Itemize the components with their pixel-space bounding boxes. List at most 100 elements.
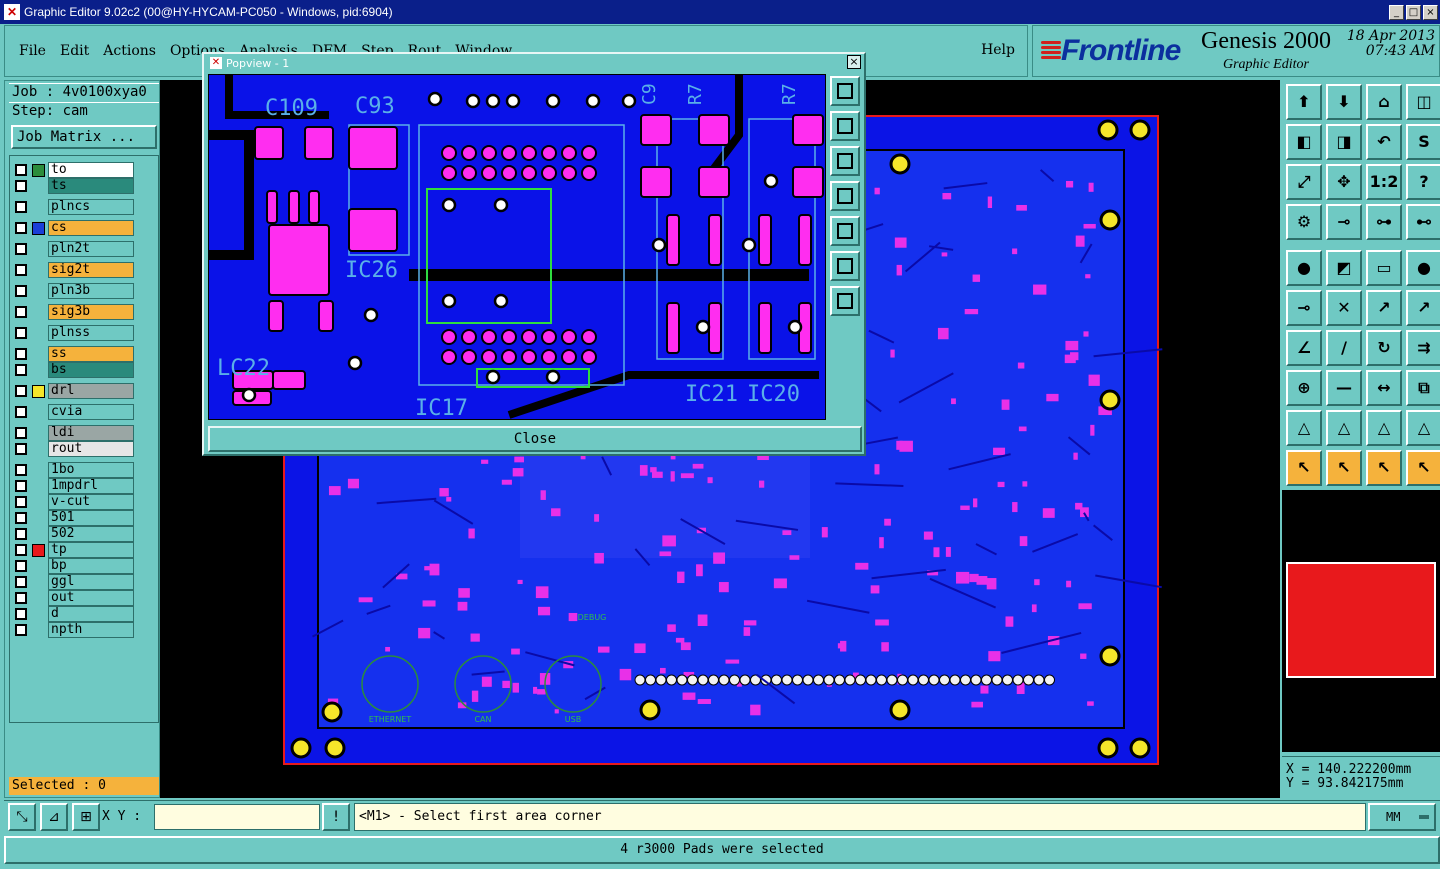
menu-file[interactable]: File bbox=[19, 43, 46, 59]
overview-panel[interactable] bbox=[1282, 490, 1440, 752]
zoom-area-button[interactable]: ⬇ bbox=[1326, 84, 1362, 120]
layer-checkbox[interactable] bbox=[15, 544, 27, 556]
layer-checkbox[interactable] bbox=[15, 348, 27, 360]
layer-row-501[interactable]: 501 bbox=[12, 510, 134, 526]
layer-checkbox[interactable] bbox=[15, 560, 27, 572]
undo-zoom-button[interactable]: ↶ bbox=[1366, 124, 1402, 160]
layer-checkbox[interactable] bbox=[15, 624, 27, 636]
layer-row-v-cut[interactable]: v-cut bbox=[12, 494, 134, 510]
pointer-button[interactable]: ↖ bbox=[1286, 450, 1322, 486]
popview-close-button[interactable]: Close bbox=[208, 426, 862, 452]
layer-row-pln2t[interactable]: pln2t bbox=[12, 241, 134, 257]
group-button[interactable]: ⧉ bbox=[1406, 370, 1440, 406]
layer-name[interactable]: pln3b bbox=[48, 283, 134, 299]
layer-row-ggl[interactable]: ggl bbox=[12, 574, 134, 590]
layer-name[interactable]: out bbox=[48, 590, 134, 606]
units-select[interactable]: MM bbox=[1368, 803, 1436, 831]
layer-name[interactable]: ggl bbox=[48, 574, 134, 590]
popview-close-icon[interactable]: × bbox=[847, 55, 861, 69]
layer-name[interactable]: ts bbox=[48, 178, 134, 194]
layer-name[interactable]: ss bbox=[48, 346, 134, 362]
menu-help[interactable]: Help bbox=[981, 42, 1015, 58]
dimension-button[interactable]: ↔ bbox=[1366, 370, 1402, 406]
layer-name[interactable]: cvia bbox=[48, 404, 134, 420]
maximize-button[interactable]: □ bbox=[1406, 4, 1421, 20]
grid-button[interactable]: ⊞ bbox=[72, 803, 100, 831]
layer-row-sig2t[interactable]: sig2t bbox=[12, 262, 134, 278]
layer-checkbox[interactable] bbox=[15, 385, 27, 397]
layer-name[interactable]: pln2t bbox=[48, 241, 134, 257]
layer-checkbox[interactable] bbox=[15, 480, 27, 492]
pan-right-button[interactable]: ◨ bbox=[1326, 124, 1362, 160]
layer-checkbox[interactable] bbox=[15, 164, 27, 176]
surface-button[interactable]: ◩ bbox=[1326, 250, 1362, 286]
layer-color-swatch[interactable] bbox=[32, 544, 45, 557]
layer-row-ldi[interactable]: ldi bbox=[12, 425, 134, 441]
line-blue-button[interactable]: / bbox=[1326, 330, 1362, 366]
layer-name[interactable]: tp bbox=[48, 542, 134, 558]
layer-row-plnss[interactable]: plnss bbox=[12, 325, 134, 341]
popview-zoom-view[interactable]: C109 C93 IC26 IC17 LC22 IC21 IC20 C9 R7 R7 bbox=[208, 74, 826, 420]
pointer-4-button[interactable]: ↖ bbox=[1406, 450, 1440, 486]
arc-button[interactable]: △ bbox=[1366, 410, 1402, 446]
layer-checkbox[interactable] bbox=[15, 512, 27, 524]
popview-fit-button[interactable] bbox=[830, 251, 860, 281]
layer-row-bp[interactable]: bp bbox=[12, 558, 134, 574]
layer-row-drl[interactable]: drl bbox=[12, 383, 134, 399]
layer-name[interactable]: bs bbox=[48, 362, 134, 378]
menu-actions[interactable]: Actions bbox=[103, 43, 156, 59]
layer-checkbox[interactable] bbox=[15, 264, 27, 276]
triangle-blue-button[interactable]: △ bbox=[1326, 410, 1362, 446]
layer-name[interactable]: d bbox=[48, 606, 134, 622]
layer-row-bs[interactable]: bs bbox=[12, 362, 134, 378]
layer-row-1bo[interactable]: 1bo bbox=[12, 462, 134, 478]
popview-pcb-view[interactable]: C109 C93 IC26 IC17 LC22 IC21 IC20 C9 R7 R7 bbox=[209, 75, 826, 420]
layer-name[interactable]: 501 bbox=[48, 510, 134, 526]
close-button[interactable]: × bbox=[1423, 4, 1438, 20]
layer-checkbox[interactable] bbox=[15, 222, 27, 234]
xy-input[interactable] bbox=[154, 804, 320, 830]
layer-name[interactable]: v-cut bbox=[48, 494, 134, 510]
popview-zoom-in-button[interactable] bbox=[830, 76, 860, 106]
black-dot-button[interactable]: ● bbox=[1406, 250, 1440, 286]
layer-row-plncs[interactable]: plncs bbox=[12, 199, 134, 215]
layer-checkbox[interactable] bbox=[15, 285, 27, 297]
layer-checkbox[interactable] bbox=[15, 464, 27, 476]
measure-bar-button[interactable]: ▭ bbox=[1366, 250, 1402, 286]
s-curve-button[interactable]: S bbox=[1406, 124, 1440, 160]
layer-checkbox[interactable] bbox=[15, 427, 27, 439]
layer-name[interactable]: bp bbox=[48, 558, 134, 574]
layer-row-out[interactable]: out bbox=[12, 590, 134, 606]
layer-row-pln3b[interactable]: pln3b bbox=[12, 283, 134, 299]
layer-name[interactable]: to bbox=[48, 162, 134, 178]
layer-row-d[interactable]: d bbox=[12, 606, 134, 622]
layer-checkbox[interactable] bbox=[15, 528, 27, 540]
popview-pan-right-button[interactable] bbox=[830, 216, 860, 246]
info-button[interactable]: ! bbox=[322, 803, 350, 831]
layer-name[interactable]: drl bbox=[48, 383, 134, 399]
triangle-red-button[interactable]: △ bbox=[1286, 410, 1322, 446]
layer-row-ts[interactable]: ts bbox=[12, 178, 134, 194]
ratio-1-2-button[interactable]: 1:2 bbox=[1366, 164, 1402, 200]
layer-checkbox[interactable] bbox=[15, 496, 27, 508]
layer-checkbox[interactable] bbox=[15, 327, 27, 339]
layer-name[interactable]: cs bbox=[48, 220, 134, 236]
feature-info-button[interactable]: ⊸ bbox=[1326, 204, 1362, 240]
filter-button[interactable]: ⚙ bbox=[1286, 204, 1322, 240]
window-button[interactable]: ◫ bbox=[1406, 84, 1440, 120]
layer-row-502[interactable]: 502 bbox=[12, 526, 134, 542]
layer-checkbox[interactable] bbox=[15, 406, 27, 418]
layer-checkbox[interactable] bbox=[15, 608, 27, 620]
pointer-3-button[interactable]: ↖ bbox=[1366, 450, 1402, 486]
line-add-button[interactable]: — bbox=[1326, 370, 1362, 406]
layer-name[interactable]: npth bbox=[48, 622, 134, 638]
layer-name[interactable]: rout bbox=[48, 441, 134, 457]
menu-edit[interactable]: Edit bbox=[60, 43, 89, 59]
layer-checkbox[interactable] bbox=[15, 592, 27, 604]
snap-button[interactable]: ⤡ bbox=[8, 803, 36, 831]
layer-checkbox[interactable] bbox=[15, 180, 27, 192]
rotate-button[interactable]: ↻ bbox=[1366, 330, 1402, 366]
layer-color-swatch[interactable] bbox=[32, 222, 45, 235]
layer-select-2-button[interactable]: ⊷ bbox=[1406, 204, 1440, 240]
cross-button[interactable]: ✕ bbox=[1326, 290, 1362, 326]
